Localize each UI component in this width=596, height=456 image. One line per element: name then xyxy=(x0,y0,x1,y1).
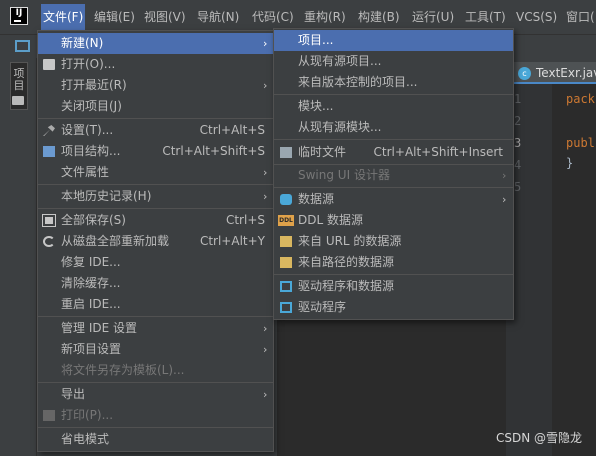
submenu-item-data-source[interactable]: 数据源 › xyxy=(274,189,513,210)
code-line[interactable]: } xyxy=(566,156,573,170)
submenu-item-ddl-data-source[interactable]: DDL DDL 数据源 xyxy=(274,210,513,231)
line-number: 1 xyxy=(514,92,522,106)
submenu-item-scratch-file[interactable]: 临时文件 Ctrl+Alt+Shift+Insert xyxy=(274,142,513,163)
reload-icon xyxy=(43,236,55,247)
menu-tools[interactable]: 工具(T) xyxy=(463,4,508,30)
folder-icon xyxy=(43,59,55,70)
driver-icon xyxy=(280,281,292,292)
menu-refactor[interactable]: 重构(R) xyxy=(302,4,348,30)
menu-separator xyxy=(38,208,273,209)
line-number: 2 xyxy=(514,114,522,128)
submenu-item-module-from-sources[interactable]: 从现有源模块... xyxy=(274,117,513,138)
menu-separator xyxy=(38,382,273,383)
submenu-item-module[interactable]: 模块... xyxy=(274,96,513,117)
menu-item-save-as-template: 将文件另存为模板(L)... xyxy=(61,363,185,377)
submenu-item-swing-ui-designer: Swing UI 设计器 › xyxy=(274,165,513,186)
java-class-icon: c xyxy=(518,67,531,80)
line-number: 5 xyxy=(514,180,522,194)
submenu-item-project-from-vcs[interactable]: 来自版本控制的项目... xyxy=(274,72,513,93)
menu-build[interactable]: 构建(B) xyxy=(356,4,402,30)
path-datasource-icon xyxy=(280,257,292,268)
line-number: 4 xyxy=(514,158,522,172)
submenu-item-project-from-sources[interactable]: 从现有源项目... xyxy=(274,51,513,72)
menu-file[interactable]: 文件(F) xyxy=(41,4,86,30)
menu-item-open-recent[interactable]: 打开最近(R) › xyxy=(38,75,273,96)
tool-window-strip xyxy=(0,58,37,456)
submenu-item-project[interactable]: 项目... xyxy=(274,30,513,51)
menu-item-open[interactable]: 打开(O)... xyxy=(38,54,273,75)
menu-item-new[interactable]: 新建(N) › xyxy=(38,33,273,54)
menu-separator xyxy=(38,316,273,317)
database-icon xyxy=(280,194,292,205)
folder-icon xyxy=(12,96,24,105)
menu-run[interactable]: 运行(U) xyxy=(410,4,456,30)
wrench-icon xyxy=(43,125,55,136)
watermark: CSDN @雪隐龙 xyxy=(495,431,582,445)
menu-separator xyxy=(38,427,273,428)
url-datasource-icon xyxy=(280,236,292,247)
line-number: 3 xyxy=(514,136,522,150)
menu-separator xyxy=(38,118,273,119)
menu-item-restart-ide[interactable]: 重启 IDE... xyxy=(38,294,273,315)
chevron-right-icon: › xyxy=(263,322,268,335)
menu-item-export[interactable]: 导出 › xyxy=(38,384,273,405)
menu-item-repair-ide[interactable]: 修复 IDE... xyxy=(38,252,273,273)
menu-separator xyxy=(274,187,513,188)
submenu-item-data-source-from-url[interactable]: 来自 URL 的数据源 xyxy=(274,231,513,252)
menu-separator xyxy=(274,94,513,95)
intellij-logo-icon: IJ xyxy=(10,7,28,25)
chevron-right-icon: › xyxy=(502,193,507,206)
menu-item-new-project-settings[interactable]: 新项目设置 › xyxy=(38,339,273,360)
menu-code[interactable]: 代码(C) xyxy=(250,4,296,30)
menu-item-project-structure[interactable]: 项目结构... Ctrl+Alt+Shift+S xyxy=(38,141,273,162)
menu-window[interactable]: 窗口( xyxy=(564,4,596,30)
menu-edit[interactable]: 编辑(E) xyxy=(92,4,137,30)
code-line[interactable]: pack xyxy=(566,92,595,106)
driver-icon xyxy=(280,302,292,313)
save-icon xyxy=(42,214,56,227)
menu-item-print: 打印(P)... xyxy=(38,405,273,426)
new-submenu: 项目... 从现有源项目... 来自版本控制的项目... 模块... 从现有源模… xyxy=(273,28,514,320)
project-structure-icon xyxy=(43,146,55,157)
menu-item-power-save-mode[interactable]: 省电模式 xyxy=(38,429,273,450)
chevron-right-icon: › xyxy=(263,166,268,179)
chevron-right-icon: › xyxy=(263,37,268,50)
file-menu: 新建(N) › 打开(O)... 打开最近(R) › 关闭项目(J) 设置(T)..… xyxy=(37,30,274,452)
menu-item-file-properties[interactable]: 文件属性 › xyxy=(38,162,273,183)
menu-separator xyxy=(274,139,513,140)
scratch-file-icon xyxy=(280,147,292,158)
chevron-right-icon: › xyxy=(502,169,507,182)
menu-separator xyxy=(38,184,273,185)
chevron-right-icon: › xyxy=(263,79,268,92)
chevron-right-icon: › xyxy=(263,190,268,203)
menu-separator xyxy=(274,274,513,275)
menu-vcs[interactable]: VCS(S) xyxy=(514,4,559,30)
menu-item-close-project[interactable]: 关闭项目(J) xyxy=(38,96,273,117)
submenu-item-data-source-from-path[interactable]: 来自路径的数据源 xyxy=(274,252,513,273)
chevron-right-icon: › xyxy=(263,388,268,401)
window-icon[interactable] xyxy=(15,40,30,52)
menu-item-invalidate-caches[interactable]: 清除缓存... xyxy=(38,273,273,294)
menu-item-save-all[interactable]: 全部保存(S) Ctrl+S xyxy=(38,210,273,231)
menu-item-local-history[interactable]: 本地历史记录(H) › xyxy=(38,186,273,207)
menu-item-manage-ide-settings[interactable]: 管理 IDE 设置 › xyxy=(38,318,273,339)
menu-view[interactable]: 视图(V) xyxy=(142,4,188,30)
menu-item-reload-all[interactable]: 从磁盘全部重新加载 Ctrl+Alt+Y xyxy=(38,231,273,252)
menu-navigate[interactable]: 导航(N) xyxy=(195,4,241,30)
project-tool-label: 项目 xyxy=(13,67,25,92)
menu-item-settings[interactable]: 设置(T)... Ctrl+Alt+S xyxy=(38,120,273,141)
submenu-item-driver-and-data-source[interactable]: 驱动程序和数据源 xyxy=(274,276,513,297)
ddl-icon: DDL xyxy=(278,215,294,226)
print-icon xyxy=(43,410,55,421)
code-line[interactable]: publ xyxy=(566,136,595,150)
chevron-right-icon: › xyxy=(263,343,268,356)
submenu-item-driver[interactable]: 驱动程序 xyxy=(274,297,513,318)
